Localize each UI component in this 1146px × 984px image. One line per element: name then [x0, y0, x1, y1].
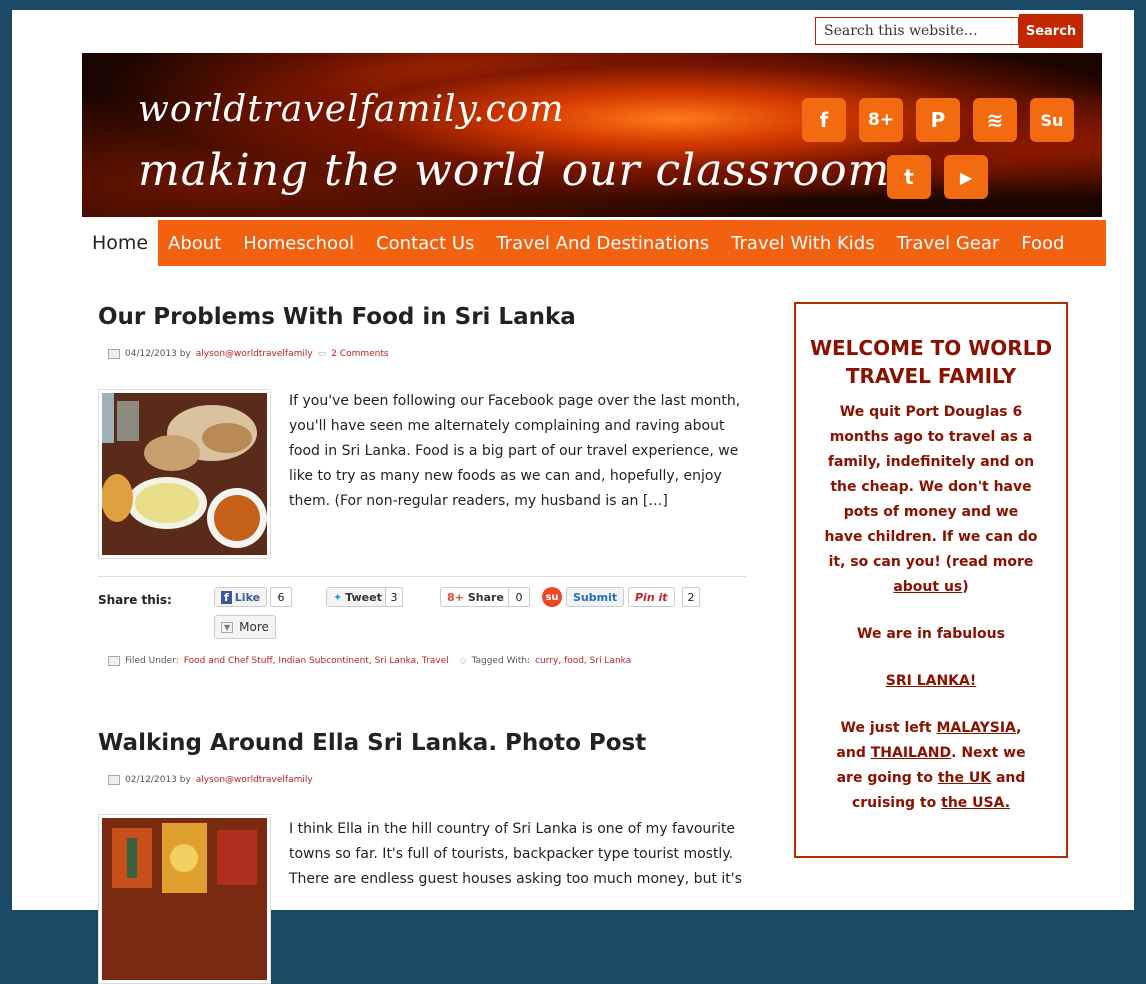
- rss-icon[interactable]: ≋: [973, 98, 1017, 142]
- stumbleupon-icon[interactable]: su: [542, 587, 562, 607]
- search-form: Search: [815, 14, 1083, 48]
- uk-link[interactable]: the UK: [938, 770, 991, 786]
- chevron-down-icon: ▼: [221, 621, 234, 633]
- post-thumbnail[interactable]: [98, 814, 271, 984]
- search-input[interactable]: [815, 17, 1019, 45]
- intro-text: We quit Port Douglas 6 months ago to tra…: [824, 404, 1038, 570]
- ella-photo: [102, 818, 267, 980]
- location-line: SRI LANKA!: [796, 669, 1066, 694]
- site-tagline: making the world our classroom: [138, 145, 891, 196]
- google-plus-icon: 8+: [447, 590, 464, 604]
- tag-links[interactable]: curry, food, Sri Lanka: [535, 656, 631, 666]
- folder-icon: [108, 656, 120, 666]
- twitter-icon: ✦: [333, 590, 343, 604]
- site-header[interactable]: worldtravelfamily.com making the world o…: [82, 53, 1102, 217]
- nav-item-about[interactable]: About: [168, 233, 221, 254]
- nav-item-homeschool[interactable]: Homeschool: [243, 233, 354, 254]
- food-photo: [101, 393, 267, 555]
- post-excerpt: I think Ella in the hill country of Sri …: [289, 821, 742, 887]
- site-url-title: worldtravelfamily.com: [138, 89, 565, 130]
- facebook-icon: f: [221, 590, 232, 604]
- post-comments-link[interactable]: 2 Comments: [331, 349, 388, 359]
- stumbleupon-icon[interactable]: Su: [1030, 98, 1074, 142]
- pin-count: 2: [682, 587, 700, 607]
- post-title[interactable]: Our Problems With Food in Sri Lanka: [98, 304, 576, 330]
- share-label: Share this:: [98, 593, 172, 607]
- stumble-submit-button[interactable]: Submit: [566, 587, 625, 607]
- more-share-button[interactable]: ▼ More: [214, 615, 276, 639]
- welcome-intro: We quit Port Douglas 6 months ago to tra…: [796, 400, 1066, 600]
- google-share-button[interactable]: 8+ Share: [440, 587, 511, 607]
- post-excerpt: If you've been following our Facebook pa…: [289, 393, 741, 509]
- main-nav: Home About Homeschool Contact Us Travel …: [82, 220, 1106, 266]
- twitter-icon[interactable]: t: [887, 155, 931, 199]
- share-bar: Share this: f Like 6 ✦ Tweet 3 8+ Share …: [98, 576, 746, 639]
- tweet-count: 3: [385, 587, 403, 607]
- post-author-link[interactable]: alyson@worldtravelfamily: [196, 349, 313, 359]
- tweet-label: Tweet: [345, 590, 382, 604]
- pinterest-icon[interactable]: P: [916, 98, 960, 142]
- welcome-widget: WELCOME TO WORLD TRAVEL FAMILY We quit P…: [794, 302, 1068, 858]
- post-date: 02/12/2013 by: [125, 775, 191, 785]
- nav-item-travel-gear[interactable]: Travel Gear: [897, 233, 1000, 254]
- search-button[interactable]: Search: [1019, 14, 1083, 48]
- post-date: 04/12/2013 by: [125, 349, 191, 359]
- facebook-icon[interactable]: f: [802, 98, 846, 142]
- page: Search worldtravelfamily.com making the …: [12, 10, 1134, 984]
- category-links[interactable]: Food and Chef Stuff, Indian Subcontinent…: [184, 656, 449, 666]
- welcome-heading: WELCOME TO WORLD TRAVEL FAMILY: [809, 336, 1053, 388]
- google-plus-icon[interactable]: 8+: [859, 98, 903, 142]
- thailand-link[interactable]: THAILAND: [871, 745, 951, 761]
- calendar-icon: [108, 349, 120, 359]
- facebook-like-button[interactable]: f Like: [214, 587, 268, 607]
- youtube-icon[interactable]: ▶: [944, 155, 988, 199]
- post-meta: 02/12/2013 by alyson@worldtravelfamily: [108, 775, 313, 785]
- more-label: More: [239, 620, 269, 634]
- nav-item-travel-with-kids[interactable]: Travel With Kids: [731, 233, 874, 254]
- plan-text-a: We just left: [840, 720, 932, 736]
- nav-bar: About Homeschool Contact Us Travel And D…: [158, 220, 1106, 266]
- nav-item-food[interactable]: Food: [1021, 233, 1064, 254]
- nav-item-home[interactable]: Home: [82, 220, 158, 266]
- post-categories: Filed Under: Food and Chef Stuff, Indian…: [108, 656, 631, 666]
- nav-item-travel-destinations[interactable]: Travel And Destinations: [496, 233, 709, 254]
- calendar-icon: [108, 775, 120, 785]
- usa-link[interactable]: the USA.: [941, 795, 1010, 811]
- location-intro: We are in fabulous: [857, 626, 1005, 642]
- filed-label: Filed Under:: [125, 656, 179, 666]
- malaysia-link[interactable]: MALAYSIA: [936, 720, 1016, 736]
- post-author-link[interactable]: alyson@worldtravelfamily: [196, 775, 313, 785]
- post-meta: 04/12/2013 by alyson@worldtravelfamily ▭…: [108, 349, 389, 359]
- nav-item-contact-us[interactable]: Contact Us: [376, 233, 474, 254]
- sri-lanka-link[interactable]: SRI LANKA!: [886, 673, 977, 689]
- like-count: 6: [270, 587, 292, 607]
- tag-icon: ◇: [459, 656, 467, 666]
- tagged-label: Tagged With:: [471, 656, 531, 666]
- post-title[interactable]: Walking Around Ella Sri Lanka. Photo Pos…: [98, 730, 646, 756]
- comment-icon: ▭: [317, 349, 327, 359]
- post-thumbnail[interactable]: [98, 389, 271, 559]
- gshare-label: Share: [467, 590, 504, 604]
- about-us-link[interactable]: about us: [893, 579, 962, 595]
- like-label: Like: [234, 590, 261, 604]
- travel-plan: We just left MALAYSIA, and THAILAND. Nex…: [796, 716, 1066, 816]
- pinit-button[interactable]: Pin it: [628, 587, 675, 607]
- tweet-button[interactable]: ✦ Tweet: [326, 587, 389, 607]
- intro-end: ): [962, 579, 969, 595]
- gshare-count: 0: [508, 587, 530, 607]
